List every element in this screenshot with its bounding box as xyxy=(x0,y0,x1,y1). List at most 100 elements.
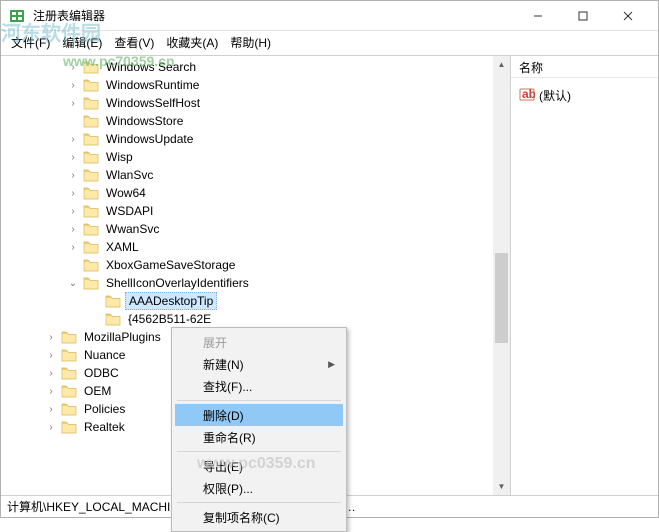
menu-favorites[interactable]: 收藏夹(A) xyxy=(160,32,224,53)
expand-icon[interactable]: › xyxy=(45,404,57,415)
tree-item-label: Wow64 xyxy=(103,185,149,201)
tree-item[interactable]: › WlanSvc xyxy=(3,166,510,184)
tree-item[interactable]: › XAML xyxy=(3,238,510,256)
folder-icon xyxy=(83,60,99,74)
folder-icon xyxy=(61,366,77,380)
tree-item[interactable]: AAADesktopTip xyxy=(3,292,510,310)
expand-icon[interactable]: › xyxy=(45,350,57,361)
tree-item[interactable]: WindowsStore xyxy=(3,112,510,130)
tree-item[interactable]: › WSDAPI xyxy=(3,202,510,220)
tree-item[interactable]: › Wisp xyxy=(3,148,510,166)
tree-item-label: MozillaPlugins xyxy=(81,329,164,345)
vertical-scrollbar[interactable]: ▲ ▼ xyxy=(493,56,510,495)
expand-icon[interactable]: › xyxy=(45,422,57,433)
folder-icon xyxy=(61,348,77,362)
expand-icon[interactable]: › xyxy=(67,188,79,199)
tree-item-label: Wisp xyxy=(103,149,136,165)
ctx-rename[interactable]: 重命名(R) xyxy=(175,426,343,448)
tree-item[interactable]: › Windows Search xyxy=(3,58,510,76)
folder-icon xyxy=(105,312,121,326)
folder-icon xyxy=(83,258,99,272)
expand-icon[interactable]: › xyxy=(67,152,79,163)
minimize-button[interactable] xyxy=(515,2,560,30)
tree-item[interactable]: ⌄ ShellIconOverlayIdentifiers xyxy=(3,274,510,292)
separator xyxy=(177,400,341,401)
expand-icon[interactable]: › xyxy=(67,224,79,235)
close-button[interactable] xyxy=(605,2,650,30)
tree-item-label: Windows Search xyxy=(103,59,199,75)
scroll-down-button[interactable]: ▼ xyxy=(493,478,510,495)
tree-item-label: WlanSvc xyxy=(103,167,156,183)
tree-item[interactable]: {4562B511-62E xyxy=(3,310,510,328)
menu-help[interactable]: 帮助(H) xyxy=(224,32,277,53)
scroll-track[interactable] xyxy=(493,73,510,478)
tree-item-label: XboxGameSaveStorage xyxy=(103,257,238,273)
folder-icon xyxy=(83,96,99,110)
menu-view[interactable]: 查看(V) xyxy=(108,32,160,53)
collapse-icon[interactable]: ⌄ xyxy=(67,278,79,289)
expand-icon[interactable]: › xyxy=(67,98,79,109)
maximize-button[interactable] xyxy=(560,2,605,30)
folder-icon xyxy=(83,240,99,254)
scroll-up-button[interactable]: ▲ xyxy=(493,56,510,73)
expand-icon[interactable]: › xyxy=(45,368,57,379)
expand-icon[interactable]: › xyxy=(67,206,79,217)
folder-icon xyxy=(83,150,99,164)
tree-item-label: ODBC xyxy=(81,365,122,381)
folder-icon xyxy=(105,294,121,308)
window-title: 注册表编辑器 xyxy=(33,7,515,24)
folder-icon xyxy=(61,420,77,434)
expand-icon[interactable]: › xyxy=(45,332,57,343)
ctx-find[interactable]: 查找(F)... xyxy=(175,375,343,397)
ctx-permissions[interactable]: 权限(P)... xyxy=(175,477,343,499)
tree-item-label: XAML xyxy=(103,239,142,255)
expand-icon[interactable]: › xyxy=(45,386,57,397)
folder-icon xyxy=(83,204,99,218)
tree-item[interactable]: XboxGameSaveStorage xyxy=(3,256,510,274)
tree-item-label: ShellIconOverlayIdentifiers xyxy=(103,275,252,291)
ctx-export[interactable]: 导出(E) xyxy=(175,455,343,477)
tree-item-label: AAADesktopTip xyxy=(125,292,217,310)
regedit-icon xyxy=(9,8,25,24)
expand-icon[interactable]: › xyxy=(67,80,79,91)
tree-item[interactable]: › WindowsRuntime xyxy=(3,76,510,94)
ctx-new[interactable]: 新建(N)▶ xyxy=(175,353,343,375)
expand-icon[interactable]: › xyxy=(67,134,79,145)
list-pane[interactable]: 名称 ab (默认) xyxy=(511,56,658,495)
tree-item[interactable]: › Wow64 xyxy=(3,184,510,202)
list-item[interactable]: ab (默认) xyxy=(517,84,652,107)
folder-icon xyxy=(83,222,99,236)
context-menu: 展开 新建(N)▶ 查找(F)... 删除(D) 重命名(R) 导出(E) 权限… xyxy=(171,327,347,532)
tree-item-label: WindowsStore xyxy=(103,113,186,129)
folder-icon xyxy=(83,132,99,146)
tree-item[interactable]: ›WindowsSelfHost xyxy=(3,94,510,112)
expand-icon[interactable]: › xyxy=(67,62,79,73)
list-header-name[interactable]: 名称 xyxy=(511,56,658,78)
svg-text:ab: ab xyxy=(522,87,535,101)
folder-icon xyxy=(83,276,99,290)
tree-item[interactable]: ›WindowsUpdate xyxy=(3,130,510,148)
menubar: 文件(F) 编辑(E) 查看(V) 收藏夹(A) 帮助(H) xyxy=(1,31,658,53)
ctx-delete[interactable]: 删除(D) xyxy=(175,404,343,426)
folder-icon xyxy=(83,114,99,128)
tree-item-label: WwanSvc xyxy=(103,221,162,237)
separator xyxy=(177,451,341,452)
separator xyxy=(177,502,341,503)
titlebar: 注册表编辑器 xyxy=(1,1,658,31)
tree-item-label: Policies xyxy=(81,401,128,417)
tree-item[interactable]: › WwanSvc xyxy=(3,220,510,238)
scroll-thumb[interactable] xyxy=(495,253,508,343)
ctx-copy-key-name[interactable]: 复制项名称(C) xyxy=(175,506,343,528)
folder-icon xyxy=(83,186,99,200)
tree-item-label: {4562B511-62E xyxy=(125,311,214,327)
tree-item-label: WSDAPI xyxy=(103,203,156,219)
folder-icon xyxy=(83,168,99,182)
expand-icon[interactable]: › xyxy=(67,170,79,181)
ctx-expand: 展开 xyxy=(175,331,343,353)
menu-edit[interactable]: 编辑(E) xyxy=(56,32,108,53)
menu-file[interactable]: 文件(F) xyxy=(5,32,56,53)
tree-item-label: OEM xyxy=(81,383,114,399)
expand-icon[interactable]: › xyxy=(67,242,79,253)
tree-item-label: WindowsRuntime xyxy=(103,77,202,93)
folder-icon xyxy=(61,330,77,344)
